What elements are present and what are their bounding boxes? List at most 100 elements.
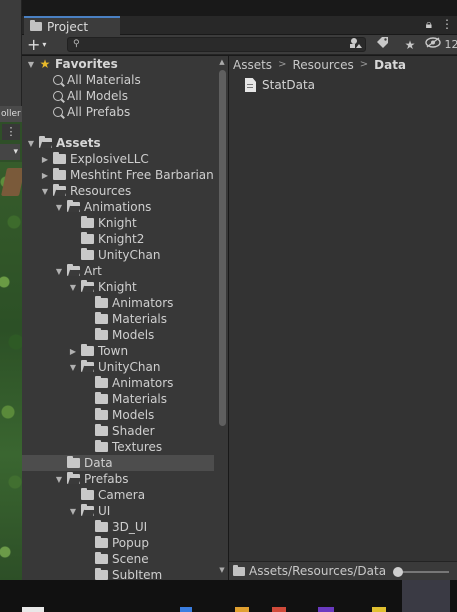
expand-arrow-icon[interactable]: ▼ (68, 283, 78, 292)
tree-row[interactable]: Animators (22, 295, 214, 311)
slider-knob[interactable] (393, 567, 403, 577)
folder-icon (81, 216, 94, 228)
collapse-arrow-icon[interactable]: ▶ (68, 347, 78, 356)
favorite-star-icon[interactable]: ★ (399, 36, 421, 54)
expand-arrow-icon[interactable]: ▼ (54, 475, 64, 484)
folder-open-icon (81, 360, 94, 372)
tree-row[interactable]: Knight (22, 215, 214, 231)
create-button[interactable]: + ▾ (27, 36, 55, 54)
tree-row[interactable]: Shader (22, 423, 214, 439)
tree-row[interactable]: Animators (22, 375, 214, 391)
taskbar-app-icon[interactable] (272, 607, 286, 612)
tree-row[interactable]: Textures (22, 439, 214, 455)
tree-row[interactable]: ▶ Town (22, 343, 214, 359)
search-by-label-icon[interactable] (371, 36, 393, 54)
search-icon (53, 107, 63, 117)
tree-item-label: Data (84, 456, 113, 470)
breadcrumb-item-assets[interactable]: Assets (233, 58, 272, 72)
tree-item-label: Town (98, 344, 129, 358)
tree-row[interactable]: Popup (22, 535, 214, 551)
tree-item-label: 3D_UI (112, 520, 148, 534)
folder-icon (95, 408, 108, 420)
favorites-item[interactable]: All Models (22, 88, 214, 104)
tree-assets-root[interactable]: ▼ Assets (22, 135, 214, 151)
tree-row[interactable]: ▼ Animations (22, 199, 214, 215)
folder-open-icon (39, 136, 52, 148)
search-input[interactable] (84, 38, 359, 51)
tree-item-label: Camera (98, 488, 146, 502)
tree-scrollbar[interactable]: ▲ ▼ (216, 56, 228, 580)
expand-arrow-icon[interactable]: ▼ (68, 363, 78, 372)
folder-icon (30, 20, 42, 31)
scroll-down-icon[interactable]: ▼ (218, 566, 226, 574)
project-toolbar: + ▾ ⚲ ★ 12 (22, 35, 457, 55)
taskbar-app-icon[interactable] (180, 607, 192, 612)
tree-row[interactable]: ▶ Meshtint Free Barbarian (22, 167, 214, 183)
folder-open-icon (81, 504, 94, 516)
tree-row[interactable]: Camera (22, 487, 214, 503)
tree-row[interactable]: UnityChan (22, 247, 214, 263)
more-menu-icon[interactable]: ⋮ (441, 17, 453, 32)
scene-terrain-image (0, 162, 22, 580)
plus-icon: + (27, 35, 41, 54)
taskbar-app-icon[interactable] (235, 607, 249, 612)
expand-arrow-icon[interactable]: ▼ (54, 203, 64, 212)
tree-row[interactable]: SubItem (22, 567, 214, 580)
tree-row-selected[interactable]: Data (22, 455, 214, 471)
taskbar-app-icon[interactable] (22, 607, 44, 612)
tree-row[interactable]: ▶ ExplosiveLLC (22, 151, 214, 167)
tree-row[interactable]: ▼ Art (22, 263, 214, 279)
taskbar-app-icon[interactable] (372, 607, 386, 612)
tree-row[interactable]: ▼ UI (22, 503, 214, 519)
breadcrumb-item-resources[interactable]: Resources (292, 58, 353, 72)
tree-row[interactable]: Knight2 (22, 231, 214, 247)
folder-icon (95, 440, 108, 452)
tab-project-label: Project (47, 19, 89, 34)
search-icon: ⚲ (73, 39, 80, 49)
favorites-item[interactable]: All Materials (22, 72, 214, 88)
expand-arrow-icon[interactable]: ▼ (26, 139, 36, 148)
favorites-item[interactable]: All Prefabs (22, 104, 214, 120)
tree-row[interactable]: Materials (22, 391, 214, 407)
folder-icon (81, 248, 94, 260)
tree-row[interactable]: ▼ UnityChan (22, 359, 214, 375)
asset-item[interactable]: StatData (245, 78, 315, 92)
search-by-type-icon[interactable] (345, 36, 367, 54)
tree-item-label: Favorites (55, 57, 118, 71)
tree-row[interactable]: ▼ Prefabs (22, 471, 214, 487)
tree-favorites[interactable]: ▼ ★ Favorites (22, 56, 214, 72)
tree-row[interactable]: ▼ Resources (22, 183, 214, 199)
tree-item-label: Materials (112, 392, 168, 406)
tree-item-label: UnityChan (98, 360, 161, 374)
lock-icon[interactable]: 🔒︎ (426, 17, 432, 32)
taskbar-active-app[interactable] (402, 580, 450, 612)
taskbar-app-icon[interactable] (318, 607, 334, 612)
tab-project[interactable]: Project (24, 16, 120, 35)
tree-row[interactable]: Models (22, 327, 214, 343)
scroll-up-icon[interactable]: ▲ (218, 58, 226, 66)
breadcrumb-current[interactable]: Data (374, 58, 406, 72)
expand-arrow-icon[interactable]: ▼ (26, 60, 36, 69)
expand-arrow-icon[interactable]: ▼ (54, 267, 64, 276)
tree-row[interactable]: ▼ Knight (22, 279, 214, 295)
search-icon (53, 91, 63, 101)
expand-arrow-icon[interactable]: ▼ (68, 507, 78, 516)
scene-dropdown-icon[interactable]: ▾ (0, 144, 20, 160)
tree-row[interactable]: Scene (22, 551, 214, 567)
tree-item-label: Animations (84, 200, 152, 214)
tree-row[interactable]: Models (22, 407, 214, 423)
scrollbar-thumb[interactable] (219, 70, 226, 426)
tree-row[interactable]: 3D_UI (22, 519, 214, 535)
tree-item-label: Models (112, 408, 155, 422)
scene-menu-icon[interactable]: ⋮ (2, 124, 20, 140)
tree-row[interactable]: Materials (22, 311, 214, 327)
folder-open-icon (67, 264, 80, 276)
icon-size-slider[interactable] (393, 567, 449, 577)
collapse-arrow-icon[interactable]: ▶ (40, 155, 50, 164)
expand-arrow-icon[interactable]: ▼ (40, 187, 50, 196)
collapse-arrow-icon[interactable]: ▶ (40, 171, 50, 180)
hidden-packages-toggle[interactable]: 12 (425, 36, 457, 54)
search-field[interactable]: ⚲ (67, 37, 366, 52)
tree-item-label: Meshtint Free Barbarian (70, 168, 214, 182)
tree-item-label: Shader (112, 424, 155, 438)
